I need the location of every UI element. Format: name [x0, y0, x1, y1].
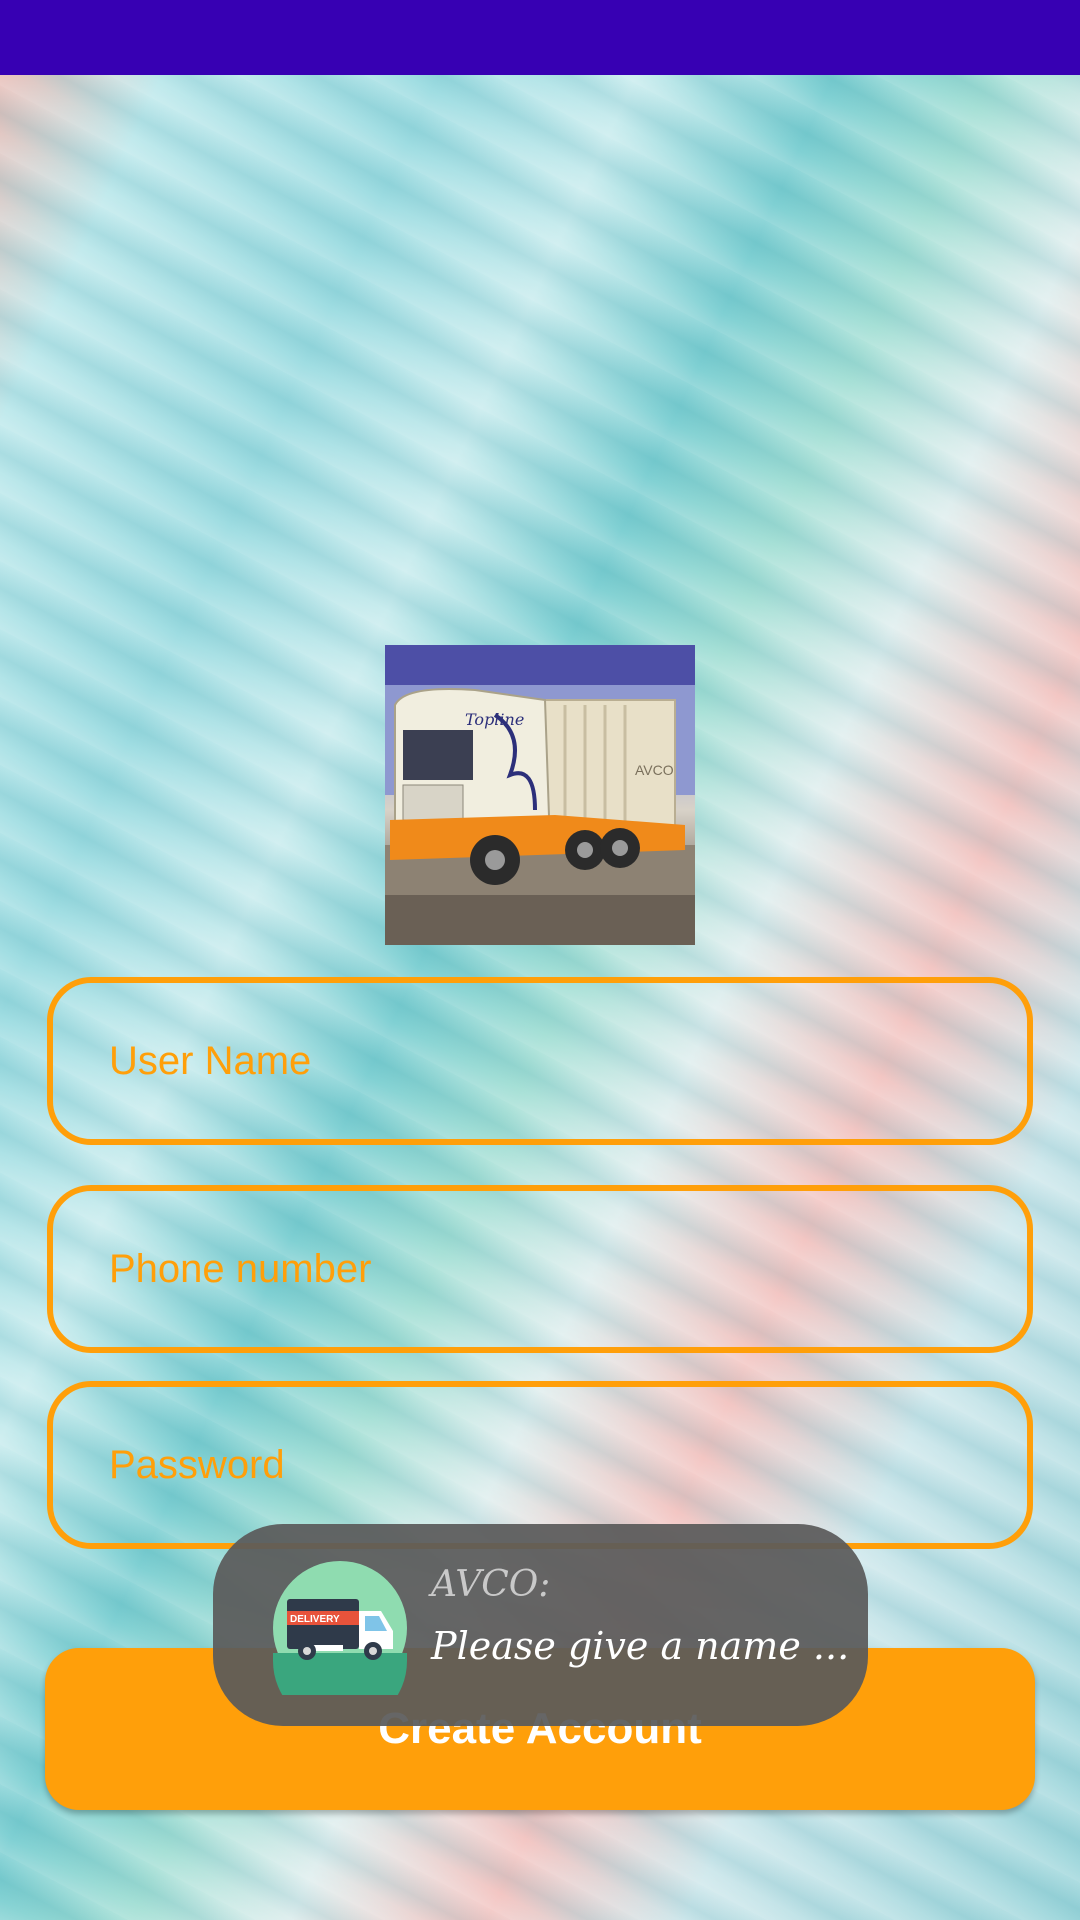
username-field[interactable]	[47, 977, 1033, 1145]
password-input[interactable]	[53, 1387, 1027, 1543]
phone-field[interactable]	[47, 1185, 1033, 1353]
svg-text:DELIVERY: DELIVERY	[290, 1614, 340, 1625]
toast-title: AVCO:	[431, 1564, 551, 1605]
phone-input[interactable]	[53, 1191, 1027, 1347]
username-input[interactable]	[53, 983, 1027, 1139]
truck-photo: AVCO Topline	[385, 645, 695, 945]
status-bar	[0, 0, 1080, 75]
svg-text:Topline: Topline	[465, 710, 524, 729]
toast-notification: DELIVERY AVCO: Please give a name ...	[213, 1524, 868, 1726]
svg-text:AVCO: AVCO	[635, 762, 674, 778]
toast-message: Please give a name ...	[431, 1624, 850, 1668]
delivery-truck-icon: DELIVERY	[273, 1561, 407, 1695]
truck-illustration: AVCO Topline	[385, 645, 695, 945]
